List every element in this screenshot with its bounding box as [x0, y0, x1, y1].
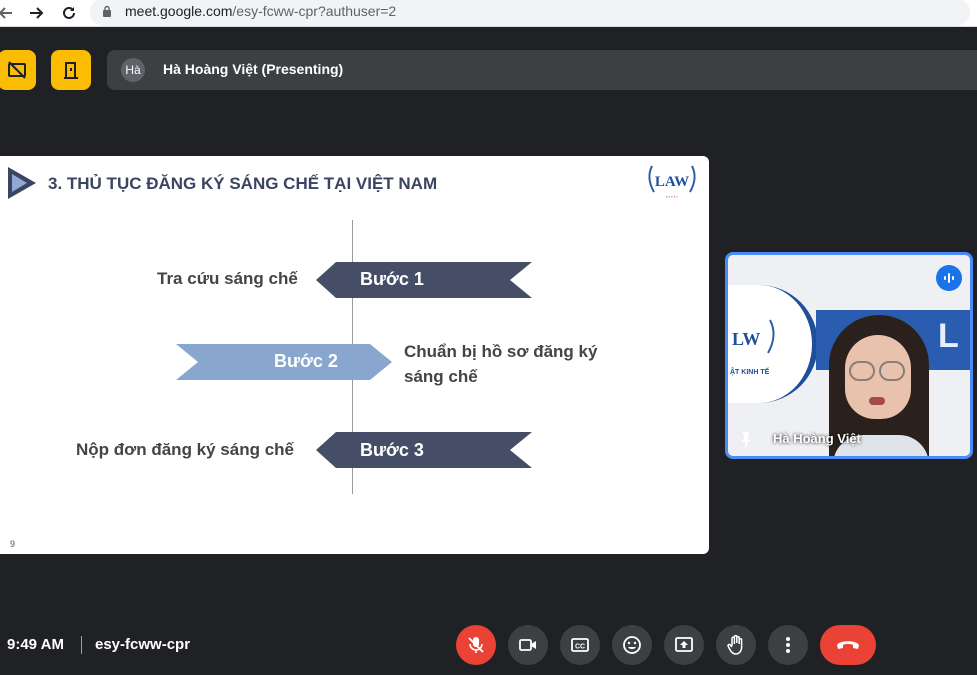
slide-bullet-icon [8, 167, 36, 199]
svg-text:CC: CC [575, 644, 585, 651]
audio-level-icon [944, 273, 954, 283]
lock-icon[interactable] [102, 5, 112, 17]
leave-call-button[interactable] [820, 625, 876, 665]
present-off-icon [8, 61, 26, 79]
slide-title: 3. THỦ TỤC ĐĂNG KÝ SÁNG CHẾ TẠI VIỆT NAM [48, 174, 438, 193]
forward-icon[interactable] [26, 2, 48, 24]
more-options-button[interactable] [768, 625, 808, 665]
law-logo: LAW ▪ ▪ ▪ ▪ ▪ [648, 165, 696, 199]
speaking-indicator [936, 265, 962, 291]
door-icon [64, 62, 78, 79]
stop-presenting-button[interactable] [0, 50, 36, 90]
meeting-code: esy-fcww-cpr [95, 636, 191, 653]
end-call-icon [837, 641, 859, 649]
presenter-name: Hà Hoàng Việt (Presenting) [163, 61, 344, 77]
emoji-button[interactable] [612, 625, 652, 665]
participant-name: Hà Hoàng Việt [773, 431, 861, 446]
svg-text:LAW: LAW [655, 174, 689, 190]
svg-text:LW: LW [732, 329, 760, 349]
step1-arrow [316, 262, 532, 298]
mic-button[interactable] [456, 625, 496, 665]
address-bar[interactable]: meet.google.com/esy-fcww-cpr?authuser=2 [90, 0, 970, 26]
present-icon [675, 637, 693, 652]
svg-text:▪ ▪ ▪ ▪ ▪: ▪ ▪ ▪ ▪ ▪ [666, 194, 678, 199]
reload-icon[interactable] [58, 2, 80, 24]
raise-hand-button[interactable] [716, 625, 756, 665]
banner-logo: LW [732, 319, 775, 354]
step3-label: Nộp đơn đăng ký sáng chế [76, 440, 295, 459]
captions-icon: CC [571, 638, 589, 652]
divider [81, 636, 82, 654]
present-button[interactable] [664, 625, 704, 665]
banner-text: ẬT KINH TẾ [730, 369, 770, 376]
slide-page-number: 9 [10, 539, 16, 549]
step2-label-line2: sáng chế [404, 367, 478, 386]
camera-button[interactable] [508, 625, 548, 665]
avatar: Hà [121, 58, 145, 82]
banner-letters: L [938, 317, 959, 355]
participant-tile[interactable]: LW ẬT KINH TẾ L Hà Hoàng Việt [725, 252, 973, 459]
step3-arrow [316, 432, 532, 468]
meeting-time: 9:49 AM [7, 636, 64, 653]
emoji-icon [623, 636, 641, 654]
presenter-banner: Hà Hà Hoàng Việt (Presenting) [107, 50, 977, 90]
back-icon[interactable] [0, 2, 16, 24]
step2-label-line1: Chuẩn bị hồ sơ đăng ký [404, 342, 598, 361]
step3-text: Bước 3 [360, 440, 424, 460]
browser-toolbar: meet.google.com/esy-fcww-cpr?authuser=2 [0, 0, 977, 27]
step1-label: Tra cứu sáng chế [157, 269, 298, 288]
mic-off-icon [468, 637, 484, 653]
presentation-slide: 3. THỦ TỤC ĐĂNG KÝ SÁNG CHẾ TẠI VIỆT NAM… [0, 156, 709, 554]
step2-text: Bước 2 [274, 351, 338, 371]
step1-text: Bước 1 [360, 269, 424, 289]
door-button[interactable] [51, 50, 91, 90]
camera-icon [519, 639, 536, 651]
hand-icon [727, 634, 743, 655]
captions-button[interactable]: CC [560, 625, 600, 665]
url-text: meet.google.com/esy-fcww-cpr?authuser=2 [125, 3, 397, 19]
pin-icon[interactable] [738, 431, 754, 447]
more-icon [786, 637, 790, 653]
